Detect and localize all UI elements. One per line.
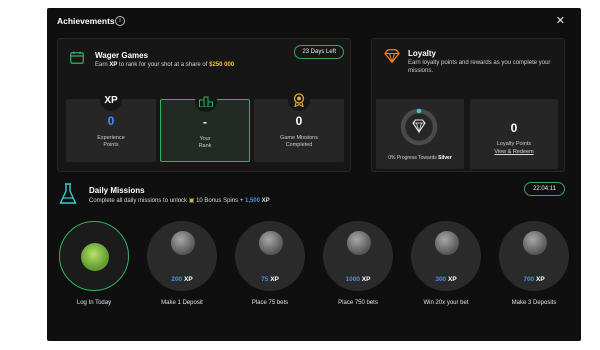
mission-xp-label: XP [361,276,371,283]
mission-place-75-bets[interactable]: 75 XP [235,221,305,291]
diamond-icon [384,49,400,63]
mission-log-in[interactable] [59,221,129,291]
mission-xp-value: 200 [171,276,183,283]
loyalty-title: Loyalty [408,49,437,58]
mission-make-3-deposits[interactable]: 700 XP [499,221,569,291]
rank-stat: - Your Rank [160,90,250,162]
daily-missions-title: Daily Missions [89,186,145,195]
mission-label: Make 3 Deposits [511,300,557,306]
mission-xp-value: 1000 [345,276,360,283]
mission-xp: 700 XP [499,276,569,283]
rank-label: Your Rank [198,136,212,149]
achievements-modal: Achievements i ✕ Wager Games Earn XP to … [47,8,581,341]
game-missions-stat: 0 Game Missions Completed [254,89,344,162]
play-coin-icon [347,231,371,255]
mission-label: Log In Today [76,300,112,306]
game-missions-value: 0 [295,114,303,128]
daily-missions-subtitle: Complete all daily missions to unlock ▣ … [89,197,270,204]
coin-stack-icon [523,231,547,255]
loyalty-card: Loyalty Earn loyalty points and rewards … [371,38,565,172]
experience-points-stat: XP 0 Experience Points [66,89,156,162]
trophy-check-icon [81,243,109,271]
wager-subtitle-middle: to rank for your shot at a share of [119,62,208,68]
view-redeem-link[interactable]: View & Redeem [470,149,558,155]
gift-icon: ▣ [188,198,195,204]
experience-points-value: 0 [107,114,115,128]
xp-icon: XP [100,89,122,111]
bonus-xp-label: XP [261,198,270,204]
mission-xp-label: XP [270,276,279,283]
bonus-spins-text: 10 Bonus Spins + [196,198,244,204]
mission-make-1-deposit[interactable]: 200 XP [147,221,217,291]
mission-label: Place 75 bets [251,300,289,306]
modal-header: Achievements i ✕ [47,8,581,34]
mission-win-20x[interactable]: 300 XP [411,221,481,291]
wager-title: Wager Games [95,51,149,60]
countdown-timer: 22:04:11 [524,182,565,196]
progress-ring [400,108,438,146]
medal-icon [288,89,310,111]
loyalty-subtitle: Earn loyalty points and rewards as you c… [408,60,551,74]
prize-amount: $250 000 [209,62,235,68]
mission-xp-value: 75 [261,276,269,283]
loyalty-points-box: 0 Loyalty Points View & Redeem [470,99,558,169]
mission-xp: 300 XP [411,276,481,283]
days-left-badge: 23 Days Left [294,45,344,59]
bonus-xp-value: 1,500 [244,198,260,204]
mission-xp: 1000 XP [323,276,393,283]
mission-xp-label: XP [448,276,457,283]
progress-prefix: 0% Progress Towards [388,155,437,161]
mission-label: Place 750 bets [338,300,378,306]
mission-place-750-bets[interactable]: 1000 XP [323,221,393,291]
wager-subtitle-prefix: Earn [95,62,108,68]
close-icon[interactable]: ✕ [556,14,565,27]
wager-subtitle: Earn XP to rank for your shot at a share… [95,62,234,68]
experience-points-label: Experience Points [97,135,125,148]
flask-icon [59,183,77,204]
loyalty-progress-box: 0% Progress Towards Silver [376,99,464,169]
mission-xp-value: 300 [435,276,447,283]
loyalty-points-label: Loyalty Points [496,141,532,147]
game-missions-label: Game Missions Completed [280,135,318,148]
progress-tier: Silver [438,155,452,161]
mission-xp: 200 XP [147,276,217,283]
win-badge-icon [435,231,459,255]
modal-title: Achievements [57,16,115,26]
mission-xp: 75 XP [235,276,305,283]
mission-label: Make 1 Deposit [161,300,203,306]
info-icon[interactable]: i [115,16,125,26]
mission-label: Win 20x your bet [423,300,469,306]
rank-value: - [203,115,207,129]
xp-text: XP [109,62,118,68]
calendar-icon [70,51,84,64]
mission-xp-label: XP [536,276,545,283]
daily-subtitle-prefix: Complete all daily missions to unlock [89,198,188,204]
coin-stack-icon [171,231,195,255]
progress-text: 0% Progress Towards Silver [376,155,464,161]
mission-xp-label: XP [184,276,193,283]
mission-xp-value: 700 [523,276,535,283]
play-coin-icon [259,231,283,255]
loyalty-points-value: 0 [510,121,518,135]
podium-icon [195,90,217,112]
wager-games-card: Wager Games Earn XP to rank for your sho… [57,38,351,172]
